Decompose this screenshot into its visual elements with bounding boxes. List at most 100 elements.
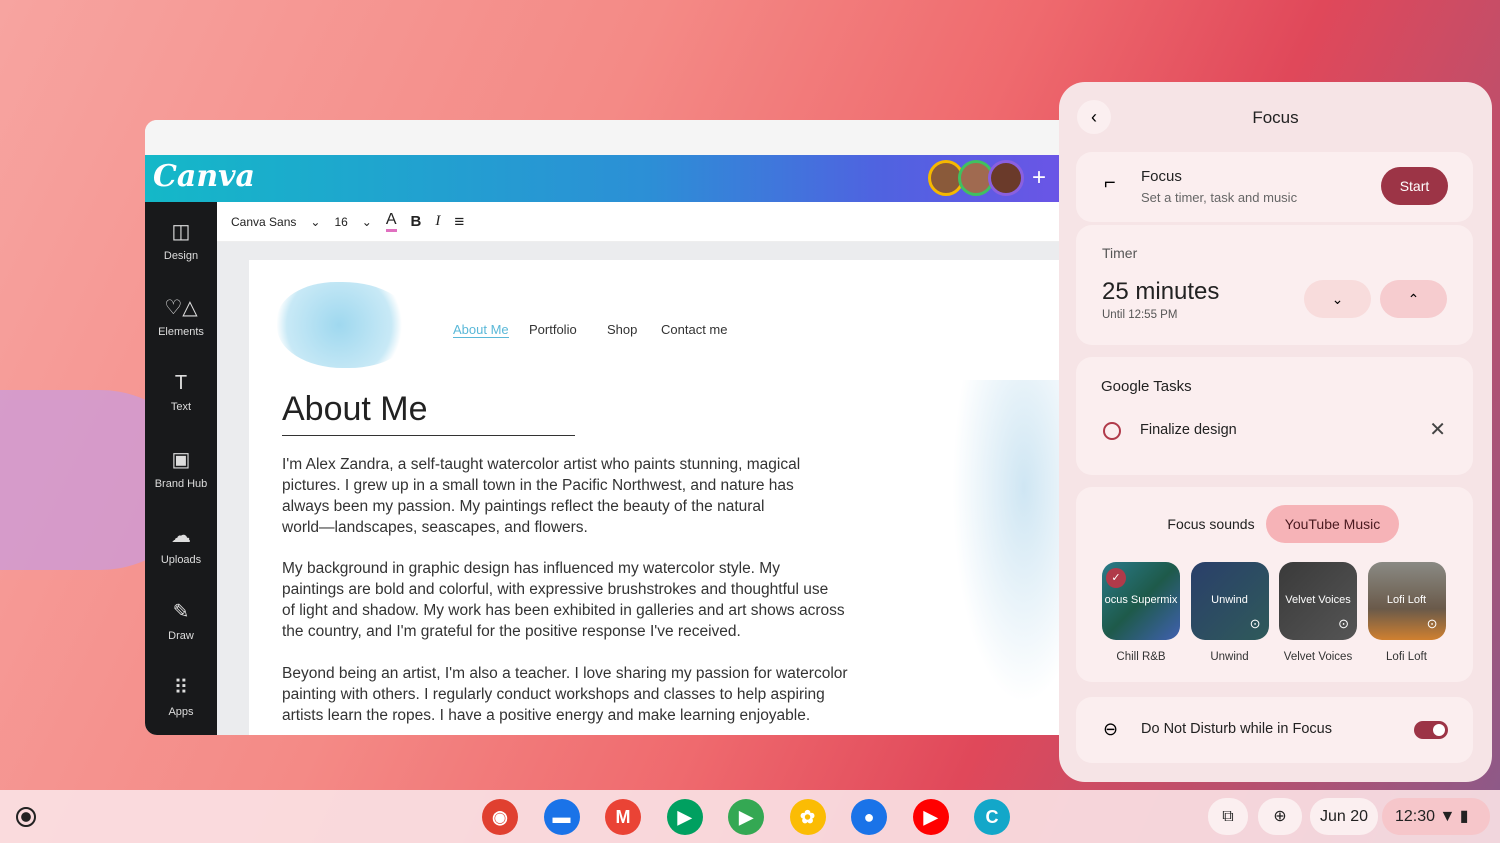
sidebar-item-draw[interactable]: ✎ Draw (145, 582, 217, 658)
canva-logo[interactable]: Canva (153, 159, 255, 194)
paragraph[interactable]: My background in graphic design has infl… (282, 558, 882, 642)
sidebar-item-label: Draw (168, 629, 194, 642)
playlist-tile[interactable]: Lofi Loft ⊙ (1367, 562, 1446, 640)
check-icon: ✓ (1106, 568, 1126, 588)
add-icon[interactable]: ⊕ (1258, 798, 1302, 835)
date-button[interactable]: Jun 20 (1310, 798, 1378, 835)
dnd-card: ⊖ Do Not Disturb while in Focus (1076, 697, 1473, 763)
elements-icon: ♡△ (164, 296, 198, 319)
paragraph[interactable]: I'm Alex Zandra, a self-taught watercolo… (282, 454, 882, 538)
canva-icon[interactable]: C (974, 799, 1010, 835)
design-icon: ◫ (171, 220, 191, 243)
sidebar-item-brand-hub[interactable]: ▣ Brand Hub (145, 430, 217, 506)
canva-window: Canva + ◫ Design ♡△ Elements T Text ▣ Brand Hub… (145, 120, 1060, 740)
wifi-icon: ▼ (1439, 808, 1456, 825)
meet-icon[interactable]: ▶ (666, 799, 703, 835)
files-icon[interactable]: ▬ (543, 799, 580, 835)
nav-about[interactable]: About Me (453, 322, 509, 338)
canvas-area: About Me Portfolio Shop Contact me About… (217, 242, 1060, 740)
text-color-button[interactable]: A (385, 211, 397, 232)
play-icon[interactable]: ▶ (728, 799, 764, 835)
collaborators: + (927, 160, 1046, 196)
playlist-cover-text: ocus Supermix (1104, 594, 1178, 606)
uploads-icon: ☁ (171, 524, 191, 547)
clipboard-icon[interactable]: ⧉ (1208, 798, 1248, 835)
lamp-icon: ⌐ (1104, 172, 1116, 194)
sidebar-item-text[interactable]: T Text (145, 354, 217, 430)
nav-portfolio[interactable]: Portfolio (529, 322, 577, 337)
window-titlebar[interactable] (145, 120, 1060, 155)
launcher-button[interactable] (16, 807, 36, 827)
sidebar-item-label: Design (163, 249, 199, 262)
dnd-toggle[interactable] (1414, 721, 1448, 739)
playlist-tile[interactable]: Unwind ⊙ (1190, 562, 1269, 640)
chevron-down-icon[interactable]: ⌄ (310, 215, 320, 229)
sidebar-item-uploads[interactable]: ☁ Uploads (145, 506, 217, 582)
tab-focus-sounds[interactable]: Focus sounds (1146, 505, 1276, 543)
shelf: ◉ ▬ M ▶ ▶ ✿ ● ▶ C ⧉ ⊕ Jun 20 12:30 ▼ ▮ (0, 790, 1500, 843)
tab-youtube-music[interactable]: YouTube Music (1266, 505, 1399, 543)
youtube-icon[interactable]: ▶ (912, 799, 949, 835)
battery-icon: ▮ (1459, 808, 1469, 825)
chevron-down-icon[interactable]: ⌄ (362, 215, 372, 229)
task-text[interactable]: Finalize design (1140, 422, 1237, 438)
dnd-label: Do Not Disturb while in Focus (1141, 721, 1332, 737)
paragraph[interactable]: Beyond being an artist, I'm also a teach… (282, 663, 882, 726)
sidebar-item-label: Apps (168, 705, 194, 718)
align-button[interactable]: ≡ (454, 212, 464, 232)
bold-button[interactable]: B (411, 213, 422, 230)
photos-icon[interactable]: ✿ (789, 799, 826, 835)
nav-contact[interactable]: Contact me (661, 322, 727, 337)
font-select[interactable]: Canva Sans (231, 215, 296, 229)
sidebar-item-label: Elements (158, 325, 204, 338)
apps-icon: ⠿ (173, 676, 189, 699)
floral-decoration (940, 380, 1060, 740)
panel-title: Focus (1252, 108, 1299, 127)
playlist-label: Unwind (1210, 651, 1249, 663)
page-heading[interactable]: About Me (282, 390, 575, 436)
italic-button[interactable]: I (435, 213, 440, 230)
add-collaborator-icon[interactable]: + (1032, 164, 1046, 192)
timer-card: Timer 25 minutes Until 12:55 PM ⌄ ⌃ (1076, 225, 1473, 345)
brand-hub-icon: ▣ (171, 448, 191, 471)
playlist-label: Velvet Voices (1283, 651, 1353, 663)
playlist-cover-text: Velvet Voices (1285, 594, 1351, 606)
playlist-cover-text: Lofi Loft (1386, 594, 1427, 606)
design-page[interactable]: About Me Portfolio Shop Contact me About… (249, 260, 1060, 740)
text-icon: T (174, 371, 188, 394)
timer-until: Until 12:55 PM (1102, 309, 1178, 321)
clock: 12:30 (1395, 808, 1436, 825)
task-checkbox[interactable] (1103, 422, 1121, 440)
status-tray[interactable]: 12:30 ▼ ▮ (1382, 798, 1490, 835)
font-size-select[interactable]: 16 (334, 215, 347, 229)
canva-sidebar: ◫ Design ♡△ Elements T Text ▣ Brand Hub ☁ Uploads… (145, 202, 217, 735)
sidebar-item-apps[interactable]: ⠿ Apps (145, 658, 217, 734)
chrome-icon[interactable]: ◉ (482, 799, 518, 835)
text-toolbar: Canva Sans ⌄ 16 ⌄ A B I ≡ (217, 202, 1060, 242)
tasks-card: Google Tasks Finalize design ✕ (1076, 357, 1473, 475)
draw-icon: ✎ (172, 600, 190, 623)
focus-card-subtitle: Set a timer, task and music (1141, 190, 1298, 205)
sidebar-item-design[interactable]: ◫ Design (145, 202, 217, 278)
watercolor-logo (277, 282, 415, 368)
do-not-disturb-icon: ⊖ (1103, 719, 1119, 739)
playlist-cover-text: Unwind (1211, 594, 1248, 606)
music-card: Focus sounds YouTube Music ocus Supermix… (1076, 487, 1473, 682)
nav-shop[interactable]: Shop (607, 322, 637, 337)
play-icon: ⊙ (1338, 616, 1349, 631)
close-icon[interactable]: ✕ (1429, 417, 1446, 442)
focus-card: ⌐ Focus Set a timer, task and music Star… (1076, 152, 1473, 222)
avatar[interactable] (987, 160, 1024, 196)
increase-timer-button[interactable]: ⌃ (1380, 280, 1447, 318)
playlist-tile[interactable]: Velvet Voices ⊙ (1279, 562, 1357, 640)
focus-panel: ‹ Focus ⌐ Focus Set a timer, task and mu… (1059, 82, 1492, 782)
play-icon: ⊙ (1426, 616, 1438, 631)
start-button[interactable]: Start (1381, 167, 1448, 205)
sidebar-item-elements[interactable]: ♡△ Elements (145, 278, 217, 354)
decrease-timer-button[interactable]: ⌄ (1304, 280, 1371, 318)
playlist-tile[interactable]: ocus Supermix ✓ (1102, 562, 1180, 640)
sidebar-item-label: Text (170, 400, 192, 413)
messages-icon[interactable]: ● (851, 799, 887, 835)
gmail-icon[interactable]: M (605, 799, 641, 835)
focus-card-title: Focus (1141, 168, 1182, 185)
